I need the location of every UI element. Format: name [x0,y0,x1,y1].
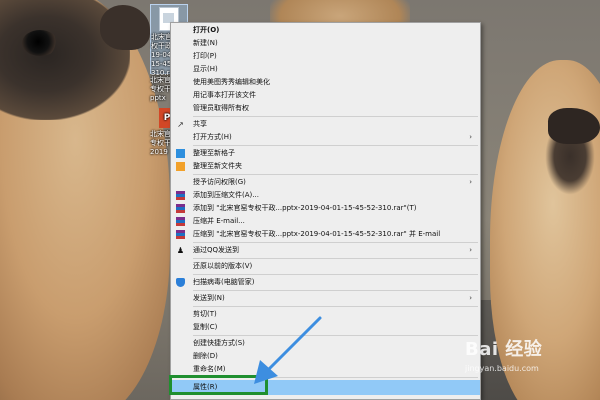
menu-item-send-via-qq[interactable]: ♟ 通过QQ发送到 › [171,244,480,257]
menu-item-compress-named-email[interactable]: 压缩到 "北宋官窑专权干政...pptx-2019-04-01-15-45-52… [171,228,480,241]
menu-item-add-to-named-rar[interactable]: 添加到 "北宋官窑专权干政...pptx-2019-04-01-15-45-52… [171,202,480,215]
pug-left-eye [22,30,58,56]
menu-item-label: 通过QQ发送到 [193,246,240,254]
menu-item-compress-email[interactable]: 压缩并 E-mail... [171,215,480,228]
menu-item-label: 显示(H) [193,65,218,73]
menu-item-label: 整理至新格子 [193,149,235,157]
menu-separator [193,335,478,336]
menu-item-send-to[interactable]: 发送到(N) › [171,292,480,305]
menu-item-label: 新建(N) [193,39,218,47]
menu-item-take-ownership[interactable]: 管理员取得所有权 [171,102,480,115]
arrow-shaft [264,316,322,374]
menu-item-label: 打印(P) [193,52,217,60]
pointer-arrow-annotation [254,316,322,384]
menu-item-meitu-edit[interactable]: 使用美图秀秀编辑和美化 [171,76,480,89]
menu-item-label: 用记事本打开该文件 [193,91,256,99]
winrar-icon [176,217,185,226]
menu-separator [193,174,478,175]
menu-item-label: 授予访问权限(G) [193,178,246,186]
menu-item-new[interactable]: 新建(N) [171,37,480,50]
share-icon: ↗ [177,120,184,129]
menu-item-label: 添加到 "北宋官窑专权干政...pptx-2019-04-01-15-45-52… [193,204,417,212]
menu-item-label: 还原以前的版本(V) [193,262,253,270]
menu-item-grant-access[interactable]: 授予访问权限(G) › [171,176,480,189]
menu-item-label: 共享 [193,120,207,128]
menu-item-label: 压缩到 "北宋官窑专权干政...pptx-2019-04-01-15-45-52… [193,230,441,238]
menu-item-label: 剪切(T) [193,310,217,318]
menu-item-label: 复制(C) [193,323,218,331]
winrar-icon [176,191,185,200]
menu-separator [193,290,478,291]
pug-right-ear [548,108,600,144]
watermark-url: jingyan.baidu.com [465,364,539,373]
menu-item-label: 删除(D) [193,352,218,360]
menu-item-label: 打开方式(H) [193,133,232,141]
menu-separator [193,242,478,243]
menu-separator [193,258,478,259]
menu-item-label: 使用美图秀秀编辑和美化 [193,78,270,86]
menu-item-fences-new-box[interactable]: 整理至新格子 [171,147,480,160]
watermark-logo: Bai 经验 [465,339,543,360]
menu-separator [193,274,478,275]
submenu-arrow-icon: › [469,133,472,141]
menu-separator [193,145,478,146]
menu-item-label: 添加到压缩文件(A)... [193,191,259,199]
submenu-arrow-icon: › [469,294,472,302]
pug-left-ear [100,5,150,50]
shield-icon [176,278,185,287]
fences-blue-icon [176,149,185,158]
menu-item-label: 扫描病毒(电脑管家) [193,278,255,286]
menu-item-label: 创建快捷方式(S) [193,339,245,347]
menu-item-label: 打开(O) [193,26,220,34]
menu-item-label: 管理员取得所有权 [193,104,249,112]
menu-item-label: 整理至新文件夹 [193,162,242,170]
menu-item-fences-new-folder[interactable]: 整理至新文件夹 [171,160,480,173]
menu-item-show[interactable]: 显示(H) [171,63,480,76]
menu-item-open-notepad[interactable]: 用记事本打开该文件 [171,89,480,102]
menu-item-print[interactable]: 打印(P) [171,50,480,63]
submenu-arrow-icon: › [469,246,472,254]
winrar-icon [176,204,185,213]
menu-item-open-with[interactable]: 打开方式(H) › [171,131,480,144]
qq-icon: ♟ [176,246,185,255]
menu-item-open[interactable]: 打开(O) [171,24,480,37]
winrar-icon [176,230,185,239]
baidu-jingyan-watermark: Bai 经验 jingyan.baidu.com [465,335,595,390]
fences-orange-icon [176,162,185,171]
menu-separator [193,306,478,307]
menu-item-label: 发送到(N) [193,294,225,302]
menu-separator [193,116,478,117]
submenu-arrow-icon: › [469,178,472,186]
menu-item-restore-versions[interactable]: 还原以前的版本(V) [171,260,480,273]
menu-item-add-to-archive[interactable]: 添加到压缩文件(A)... [171,189,480,202]
menu-item-virus-scan[interactable]: 扫描病毒(电脑管家) [171,276,480,289]
menu-item-share[interactable]: ↗ 共享 [171,118,480,131]
menu-item-label: 压缩并 E-mail... [193,217,245,225]
